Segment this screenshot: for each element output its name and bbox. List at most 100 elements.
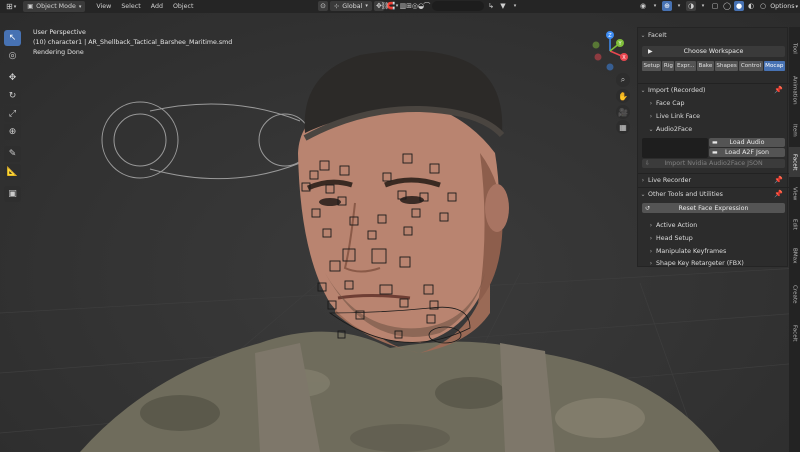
- import-icon: ⇩: [645, 160, 651, 167]
- side-tab-tool[interactable]: Tool: [789, 33, 800, 63]
- mode-select[interactable]: ▣ Object Mode ▾: [23, 1, 86, 12]
- axes-icon: ⊹: [334, 2, 340, 10]
- menu-object[interactable]: Object: [168, 1, 199, 12]
- face-cap-item[interactable]: › Face Cap: [638, 97, 789, 109]
- chevron-right-icon: ›: [649, 259, 653, 267]
- reset-face-expression-label: Reset Face Expression: [678, 204, 749, 212]
- side-tab-view[interactable]: View: [789, 181, 800, 207]
- audio-file-field[interactable]: [642, 138, 708, 158]
- rotate-icon[interactable]: ↻: [4, 88, 21, 104]
- mode-label: Object Mode: [36, 3, 76, 10]
- ortho-grid-icon[interactable]: ▦: [616, 120, 630, 134]
- live-recorder-section[interactable]: › Live Recorder 📌: [638, 174, 789, 186]
- wireframe-shading-icon[interactable]: ◯: [722, 1, 732, 11]
- chevron-down-icon: ▾: [365, 3, 368, 9]
- reset-face-expression-button[interactable]: ↺ Reset Face Expression: [642, 203, 785, 213]
- menu-select[interactable]: Select: [116, 1, 145, 12]
- tab-bake[interactable]: Bake: [697, 61, 714, 71]
- rendered-shading-icon[interactable]: ○: [758, 1, 768, 11]
- menu-add[interactable]: Add: [146, 1, 168, 12]
- side-tab-item[interactable]: Item: [789, 117, 800, 143]
- active-action-item[interactable]: › Active Action: [638, 219, 789, 231]
- chevron-down-icon: ▾: [513, 3, 517, 9]
- active-action-label: Active Action: [656, 221, 698, 229]
- editor-type-button[interactable]: ⊞ ▾: [3, 1, 19, 12]
- xray-icon[interactable]: ▢: [710, 1, 720, 11]
- import-nvidia-label: Import Nvidia Audio2Face JSON: [664, 160, 763, 167]
- chevron-down-icon: ⌄: [648, 125, 654, 133]
- other-tools-section[interactable]: ⌄ Other Tools and Utilities 📌: [638, 188, 789, 200]
- side-tab-create[interactable]: Create: [789, 277, 800, 311]
- pin-icon[interactable]: 📌: [774, 176, 783, 184]
- side-tab-bmax[interactable]: BMax: [789, 241, 800, 271]
- overlay-toggle-icon[interactable]: ◑: [686, 1, 696, 11]
- pan-hand-icon[interactable]: ✋: [616, 89, 630, 103]
- choose-workspace-button[interactable]: ▶ Choose Workspace: [642, 46, 785, 57]
- panel-header[interactable]: ⌄ FaceIt: [638, 29, 789, 41]
- annotate-icon[interactable]: ✎: [4, 146, 21, 162]
- head-setup-item[interactable]: › Head Setup: [638, 232, 789, 244]
- link-icon[interactable]: ⛓: [380, 1, 390, 11]
- select-cursor-icon[interactable]: ↖: [4, 30, 21, 46]
- import-recorded-section[interactable]: ⌄ Import (Recorded) 📌: [638, 84, 789, 96]
- chevron-right-icon: ›: [649, 221, 653, 229]
- menu-view[interactable]: View: [91, 1, 116, 12]
- origin-icon[interactable]: ⊙: [318, 1, 328, 11]
- side-tab-faceit-2[interactable]: FaceIt: [789, 317, 800, 349]
- other-tools-label: Other Tools and Utilities: [648, 190, 723, 198]
- tab-mocap[interactable]: Mocap: [763, 61, 785, 71]
- header-search-field[interactable]: [432, 1, 484, 11]
- face-cap-label: Face Cap: [656, 99, 685, 107]
- panel-title: FaceIt: [648, 31, 667, 39]
- chevron-down-icon: ▾: [395, 3, 399, 9]
- chevron-down-icon: ▾: [78, 3, 82, 10]
- options-menu[interactable]: Options ▾: [770, 0, 798, 13]
- add-cube-icon[interactable]: ▣: [4, 186, 21, 202]
- navigation-gizmo[interactable]: Z X Y: [588, 29, 632, 73]
- load-audio-button[interactable]: ▬ Load Audio: [709, 138, 785, 147]
- tab-setup[interactable]: Setup: [642, 61, 662, 71]
- side-tab-edit[interactable]: Edit: [789, 211, 800, 237]
- manipulate-keyframes-label: Manipulate Keyframes: [656, 247, 727, 255]
- side-tab-animation[interactable]: Animation: [789, 67, 800, 113]
- filter-icon[interactable]: ▼: [498, 1, 508, 11]
- render-status-label: Rendering Done: [33, 49, 84, 56]
- pin-icon[interactable]: 📌: [774, 86, 783, 94]
- side-tab-faceit[interactable]: FaceIt: [789, 147, 800, 177]
- chevron-down-icon: ▾: [653, 3, 657, 9]
- measure-icon[interactable]: 📐: [4, 164, 21, 180]
- shape-key-retargeter-item[interactable]: › Shape Key Retargeter (FBX): [638, 257, 789, 269]
- load-a2f-json-button[interactable]: ▬ Load A2F Json: [709, 148, 785, 157]
- chevron-right-icon: ›: [649, 99, 653, 107]
- blender-logo-icon: ⊞: [6, 2, 13, 11]
- gizmo-toggle-icon[interactable]: ⊕: [662, 1, 672, 11]
- import-nvidia-button[interactable]: ⇩ Import Nvidia Audio2Face JSON: [642, 159, 785, 168]
- pin-icon[interactable]: 📌: [774, 190, 783, 198]
- shading-tools: ◉ ▾ ⊕ ▾ ◑ ▾ ▢ ◯ ● ◐ ○: [638, 1, 768, 11]
- camera-icon[interactable]: 🎥: [616, 105, 630, 119]
- visibility-icon[interactable]: ◉: [638, 1, 648, 11]
- solid-shading-icon[interactable]: ●: [734, 1, 744, 11]
- load-a2f-json-label: Load A2F Json: [724, 149, 770, 156]
- transform-icon[interactable]: ⊕: [4, 124, 21, 140]
- scale-icon[interactable]: ⤢: [4, 106, 21, 122]
- move-icon[interactable]: ✥: [4, 70, 21, 86]
- tab-control[interactable]: Control: [739, 61, 763, 71]
- head-setup-label: Head Setup: [656, 234, 693, 242]
- live-link-face-label: Live Link Face: [656, 112, 700, 120]
- tab-expressions[interactable]: Expr...: [675, 61, 696, 71]
- grid-icon[interactable]: ⊞: [404, 1, 414, 11]
- manipulate-keyframes-item[interactable]: › Manipulate Keyframes: [638, 245, 789, 257]
- tab-shapes[interactable]: Shapes: [714, 61, 739, 71]
- chevron-down-icon: ▾: [677, 3, 681, 9]
- material-shading-icon[interactable]: ◐: [746, 1, 756, 11]
- sphere-icon[interactable]: ◒: [416, 1, 426, 11]
- zoom-icon[interactable]: ⌕: [616, 73, 630, 87]
- live-link-face-item[interactable]: › Live Link Face: [638, 110, 789, 122]
- audio2face-item[interactable]: ⌄ Audio2Face: [638, 123, 789, 135]
- transform-orientation-select[interactable]: ⊹ Global ▾: [330, 1, 372, 11]
- tab-rig[interactable]: Rig: [662, 61, 675, 71]
- choose-workspace-label: Choose Workspace: [683, 48, 744, 55]
- axis-arrows-icon[interactable]: ↳: [486, 1, 496, 11]
- cursor-3d-icon[interactable]: ◎: [4, 48, 21, 64]
